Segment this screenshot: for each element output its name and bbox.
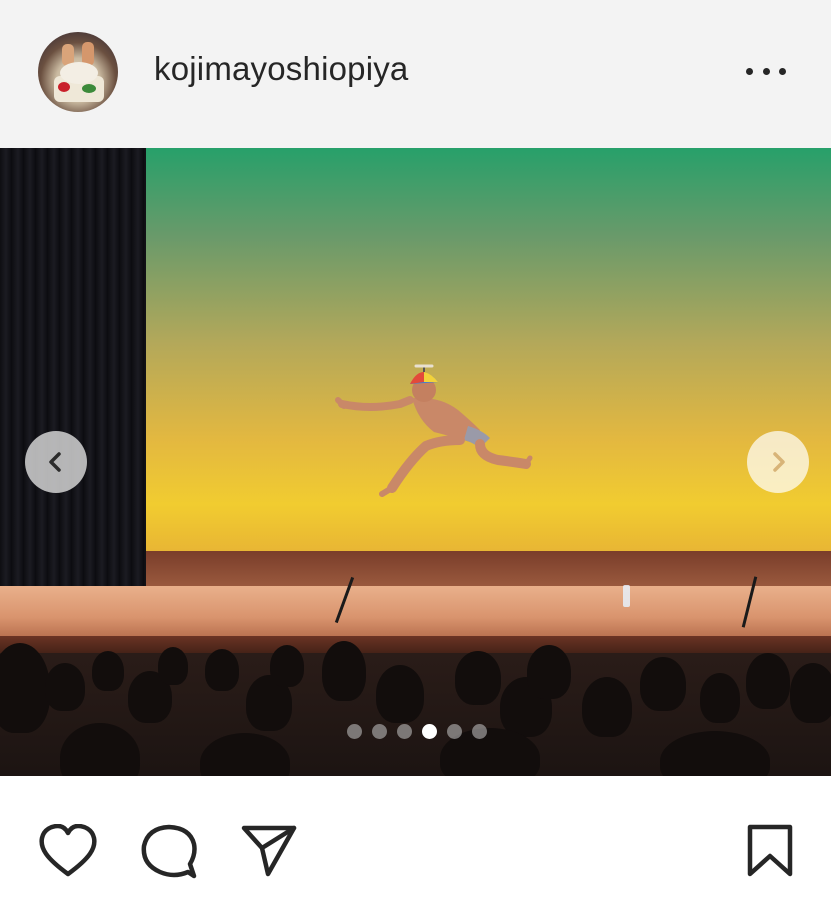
avatar[interactable] [38,32,118,112]
previous-slide-button[interactable] [25,431,87,493]
water-bottle [623,585,630,607]
audience-head [92,651,124,691]
carousel-dot [372,723,387,739]
audience-head [205,649,239,691]
carousel-dot [472,723,487,739]
save-button[interactable] [746,824,794,883]
chevron-left-icon [49,452,61,472]
avatar-cake-top [60,62,98,84]
more-horizontal-icon [762,67,770,75]
avatar-decoration [58,82,70,92]
next-slide-button[interactable] [747,431,809,493]
audience-head [790,663,831,723]
carousel-dot [397,723,412,739]
audience-head [322,641,366,701]
carousel-dot [347,723,362,739]
username-link[interactable]: kojimayoshiopiya [154,50,409,88]
carousel-dot [447,723,462,739]
more-options-button[interactable] [738,56,794,86]
audience-head [0,643,50,733]
audience-head [376,665,424,723]
carousel-dot-active [422,723,437,739]
performer [335,364,533,497]
audience-head [45,663,85,711]
comment-button[interactable] [140,824,198,885]
comment-icon [141,824,197,879]
stage-curtain [0,148,146,588]
share-button[interactable] [240,824,298,883]
paper-plane-icon [241,825,297,877]
post-header: kojimayoshiopiya [0,0,831,148]
audience [0,641,831,776]
audience-head [158,647,188,685]
audience-head [270,645,304,687]
like-button[interactable] [38,823,98,883]
action-bar [0,776,831,905]
heart-icon [39,823,97,877]
audience-head [527,645,571,699]
audience-head [746,653,790,709]
stage-floor [0,586,831,638]
audience-head [700,673,740,723]
chevron-right-icon [773,452,785,472]
avatar-decoration [82,84,96,93]
audience-head [200,733,290,776]
bookmark-icon [747,824,793,877]
audience-head [660,731,770,776]
more-horizontal-icon [746,67,753,75]
carousel-indicator [347,723,492,739]
audience-head [60,723,140,776]
stage-wall [146,551,831,587]
more-horizontal-icon [779,67,786,75]
audience-head [455,651,501,705]
audience-head [640,657,686,711]
audience-head [582,677,632,737]
post-image[interactable] [0,148,831,776]
